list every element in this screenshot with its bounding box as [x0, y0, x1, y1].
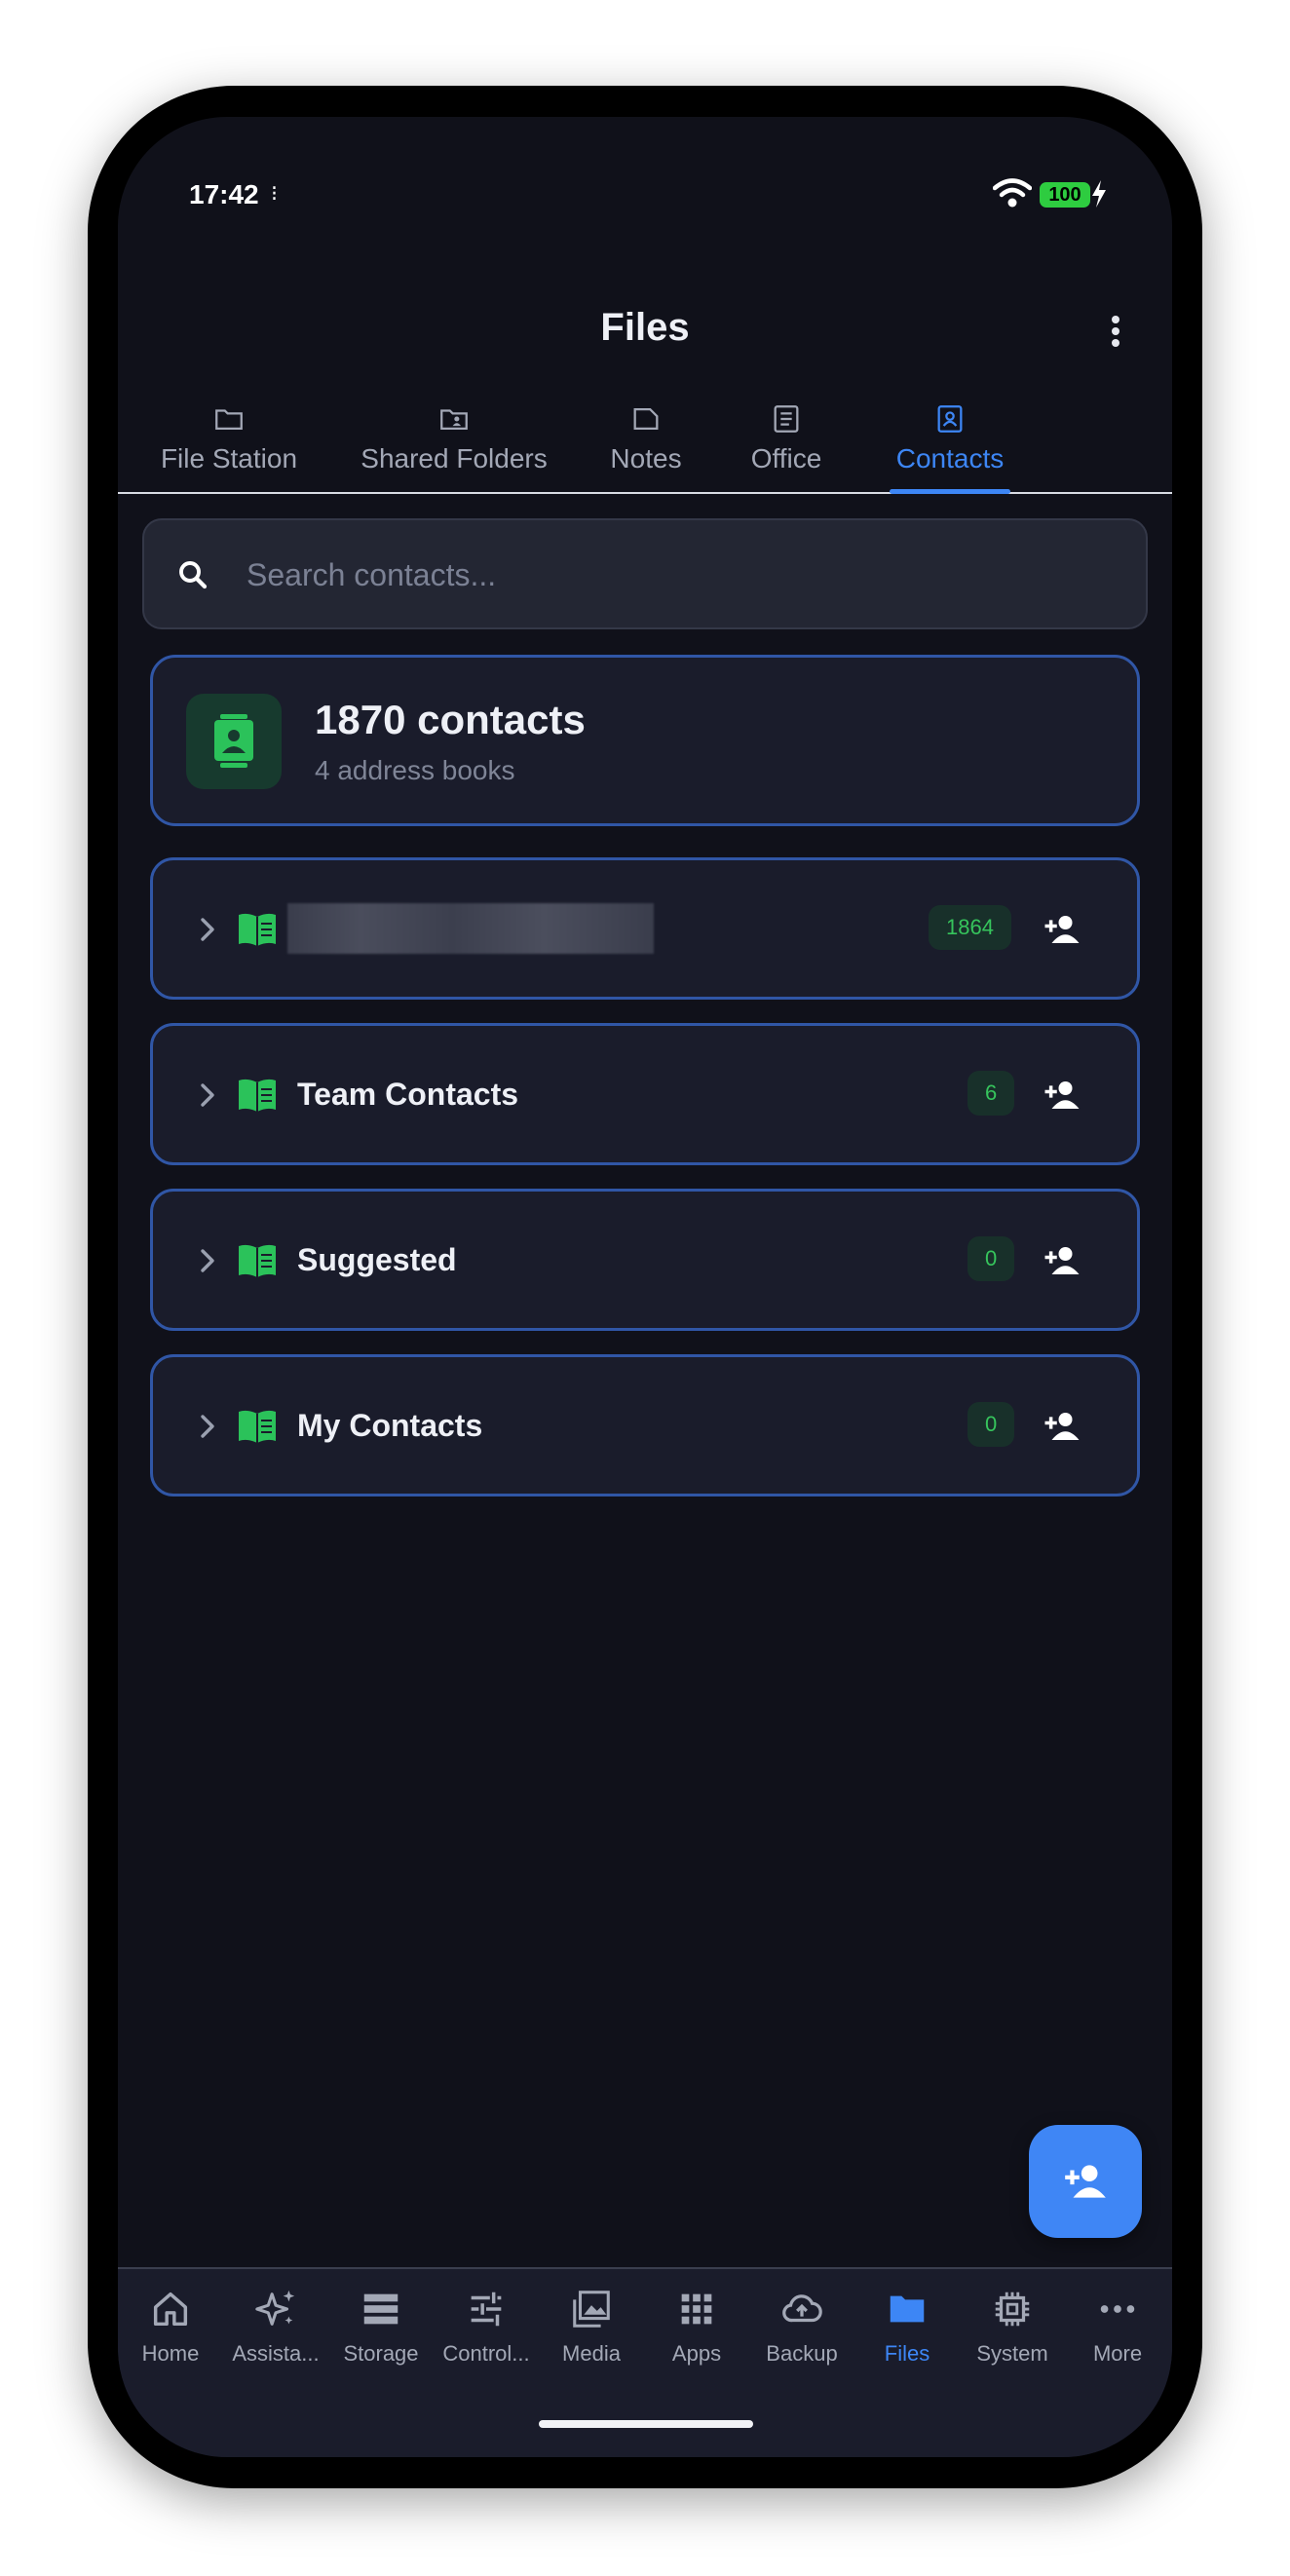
- nav-apps[interactable]: Apps: [644, 2287, 749, 2367]
- contact-count-badge: 0: [968, 1402, 1015, 1447]
- address-book-row[interactable]: Team Contacts 6: [150, 1023, 1140, 1165]
- add-contact-icon[interactable]: [1042, 909, 1082, 950]
- chevron-right-icon[interactable]: [194, 913, 221, 946]
- nav-label: Apps: [671, 2341, 722, 2366]
- address-book-name: Suggested: [297, 1242, 457, 1277]
- tab-file-station[interactable]: File Station: [151, 395, 307, 492]
- address-book-name: Team Contacts: [297, 1077, 519, 1112]
- folder-icon: [215, 409, 243, 431]
- address-book-icon: [239, 1079, 276, 1112]
- nav-label: Files: [884, 2341, 930, 2366]
- battery-level: 100: [1040, 182, 1090, 208]
- tab-label: Notes: [610, 443, 682, 474]
- add-contact-icon[interactable]: [1042, 1406, 1082, 1447]
- chevron-right-icon[interactable]: [194, 1244, 221, 1277]
- contact-book-badge: [186, 694, 282, 789]
- address-book-row[interactable]: Suggested 0: [150, 1189, 1140, 1331]
- nav-files[interactable]: Files: [854, 2287, 960, 2367]
- address-book-icon: [239, 1244, 276, 1277]
- tab-office[interactable]: Office: [740, 395, 833, 492]
- contacts-summary-card: 1870 contacts 4 address books: [150, 655, 1140, 826]
- sparkle-icon: [255, 2290, 295, 2326]
- home-icon: [153, 2292, 188, 2327]
- tab-shared-folders[interactable]: Shared Folders: [356, 395, 552, 492]
- contact-count-badge: 6: [968, 1071, 1015, 1116]
- nav-media[interactable]: Media: [539, 2287, 644, 2367]
- photo-library-icon: [573, 2291, 610, 2328]
- apps-grid-icon: [681, 2293, 712, 2325]
- shared-folder-icon: [440, 409, 468, 431]
- tab-label: Contacts: [895, 443, 1005, 474]
- charging-bolt-icon: [1092, 180, 1106, 208]
- person-add-icon: [1065, 2165, 1106, 2198]
- tab-notes[interactable]: Notes: [601, 395, 691, 492]
- storage-icon: [363, 2293, 398, 2325]
- tab-contacts[interactable]: Contacts: [890, 395, 1010, 494]
- add-contact-icon[interactable]: [1042, 1075, 1082, 1116]
- active-tab-indicator: [890, 489, 1010, 494]
- document-icon: [774, 405, 799, 433]
- status-bar: 17:42 ⁝ 100: [118, 117, 1172, 273]
- wifi-icon: [993, 178, 1032, 208]
- nav-home[interactable]: Home: [118, 2287, 223, 2367]
- status-time: 17:42: [189, 179, 259, 209]
- screen: 17:42 ⁝ 100 Files File Station Shared Fo…: [118, 117, 1172, 2457]
- redacted-name: [287, 903, 654, 954]
- contacts-icon: [937, 405, 963, 433]
- contact-book-icon: [214, 714, 253, 768]
- nav-label: More: [1092, 2341, 1143, 2366]
- nav-assistant[interactable]: Assista...: [223, 2287, 328, 2367]
- search-input[interactable]: [247, 540, 1104, 610]
- nav-backup[interactable]: Backup: [749, 2287, 854, 2367]
- cloud-upload-icon: [782, 2294, 822, 2323]
- nav-label: Backup: [766, 2341, 838, 2366]
- contact-count-badge: 0: [968, 1236, 1015, 1281]
- chevron-right-icon[interactable]: [194, 1410, 221, 1443]
- nav-label: System: [976, 2341, 1048, 2366]
- nav-system[interactable]: System: [960, 2287, 1065, 2367]
- address-book-row[interactable]: 1864: [150, 857, 1140, 1000]
- note-icon: [633, 407, 659, 431]
- contact-count-badge: 1864: [929, 905, 1011, 950]
- status-indicator: ⁝: [271, 181, 278, 206]
- address-book-icon: [239, 1410, 276, 1443]
- address-book-row[interactable]: My Contacts 0: [150, 1354, 1140, 1496]
- nav-label: Storage: [343, 2341, 419, 2366]
- sliders-icon: [471, 2292, 502, 2327]
- tab-label: Office: [750, 443, 822, 474]
- contacts-count: 1870 contacts: [315, 697, 586, 742]
- home-indicator[interactable]: [539, 2420, 753, 2428]
- page-title: Files: [600, 306, 690, 349]
- tab-bar: File Station Shared Folders Notes Office…: [118, 395, 1172, 494]
- tab-label: File Station: [160, 443, 298, 474]
- address-book-name: My Contacts: [297, 1408, 483, 1443]
- add-contact-icon[interactable]: [1042, 1240, 1082, 1281]
- nav-label: Control...: [442, 2341, 530, 2366]
- folder-filled-icon: [890, 2295, 925, 2323]
- address-book-icon: [239, 913, 276, 946]
- nav-label: Assista...: [232, 2341, 320, 2366]
- cpu-icon: [995, 2292, 1030, 2327]
- nav-label: Home: [141, 2341, 200, 2366]
- search-bar: [142, 518, 1148, 629]
- tab-label: Shared Folders: [360, 443, 548, 474]
- add-contact-fab[interactable]: [1029, 2125, 1142, 2238]
- nav-control[interactable]: Control...: [434, 2287, 539, 2367]
- address-books-count: 4 address books: [315, 755, 515, 785]
- search-icon: [179, 561, 208, 589]
- nav-label: Media: [562, 2341, 621, 2366]
- nav-more[interactable]: More: [1065, 2287, 1170, 2367]
- nav-storage[interactable]: Storage: [328, 2287, 434, 2367]
- bottom-navigation: Home Assista... Storage Control... Media…: [118, 2267, 1172, 2457]
- more-horiz-icon: [1100, 2305, 1135, 2313]
- more-vert-icon[interactable]: [1106, 312, 1125, 351]
- chevron-right-icon[interactable]: [194, 1079, 221, 1112]
